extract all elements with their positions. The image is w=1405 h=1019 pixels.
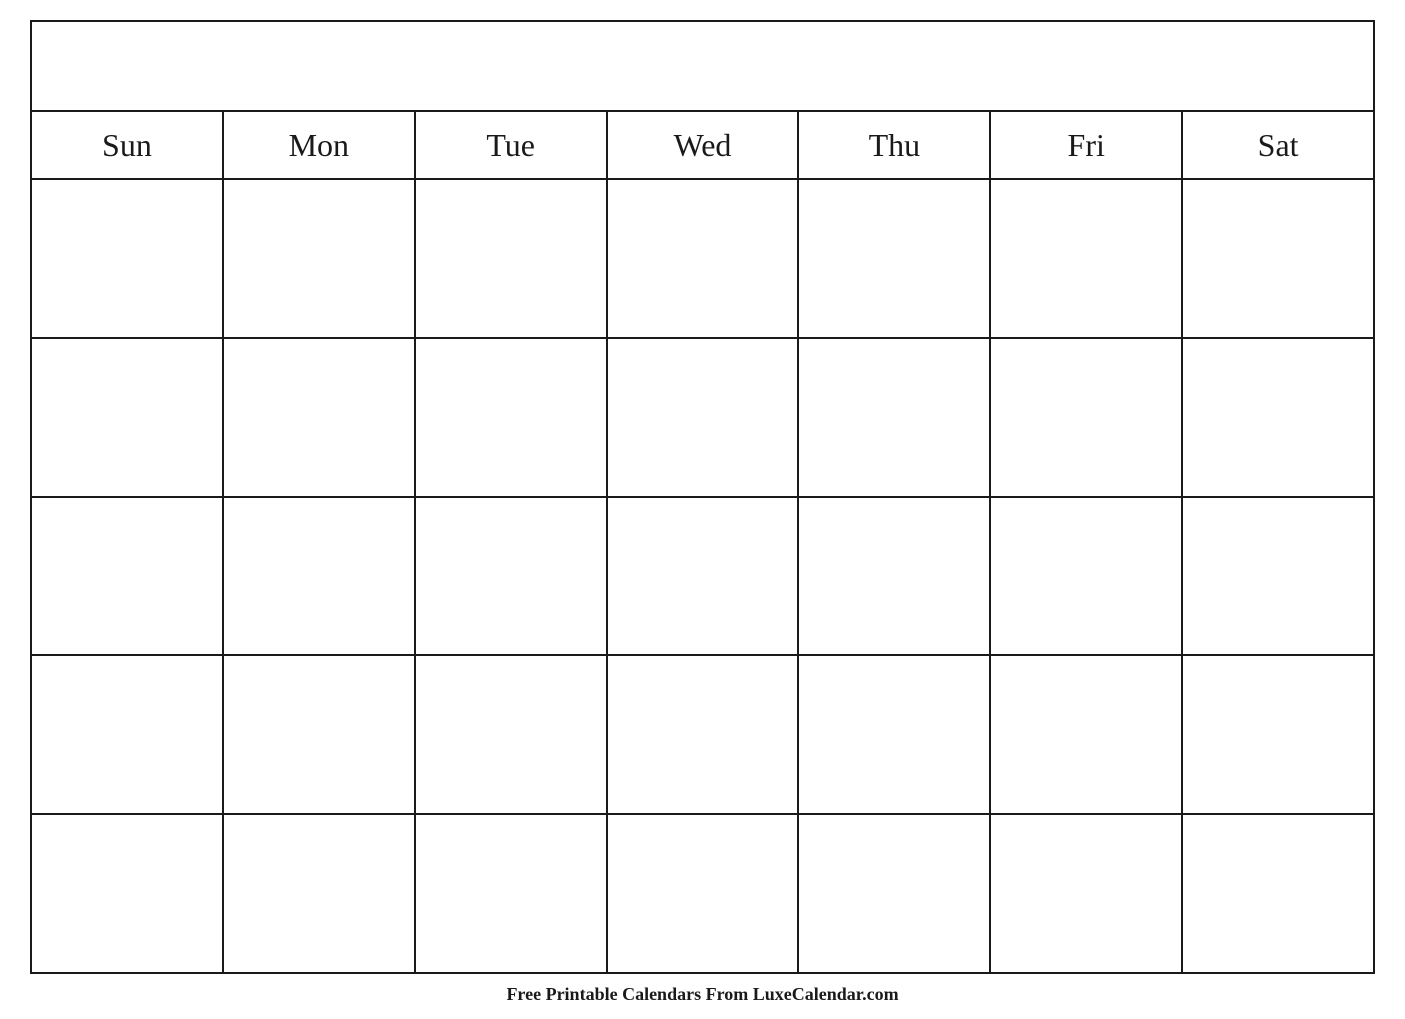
calendar-week-4 <box>32 656 1373 815</box>
header-tue: Tue <box>416 112 608 178</box>
week3-wed[interactable] <box>608 498 800 655</box>
week3-sun[interactable] <box>32 498 224 655</box>
week3-fri[interactable] <box>991 498 1183 655</box>
week3-tue[interactable] <box>416 498 608 655</box>
week2-tue[interactable] <box>416 339 608 496</box>
header-fri: Fri <box>991 112 1183 178</box>
week4-fri[interactable] <box>991 656 1183 813</box>
header-sun: Sun <box>32 112 224 178</box>
week5-sun[interactable] <box>32 815 224 972</box>
week5-mon[interactable] <box>224 815 416 972</box>
week4-tue[interactable] <box>416 656 608 813</box>
week5-tue[interactable] <box>416 815 608 972</box>
calendar-week-5 <box>32 815 1373 972</box>
header-thu: Thu <box>799 112 991 178</box>
week3-thu[interactable] <box>799 498 991 655</box>
week4-sun[interactable] <box>32 656 224 813</box>
week2-sun[interactable] <box>32 339 224 496</box>
week2-thu[interactable] <box>799 339 991 496</box>
week2-wed[interactable] <box>608 339 800 496</box>
week3-sat[interactable] <box>1183 498 1373 655</box>
week3-mon[interactable] <box>224 498 416 655</box>
week5-thu[interactable] <box>799 815 991 972</box>
week4-wed[interactable] <box>608 656 800 813</box>
footer-text: Free Printable Calendars From LuxeCalend… <box>506 984 898 1009</box>
calendar-week-1 <box>32 180 1373 339</box>
week1-sun[interactable] <box>32 180 224 337</box>
week1-tue[interactable] <box>416 180 608 337</box>
page-wrapper: Sun Mon Tue Wed Thu Fri Sat <box>0 0 1405 1019</box>
calendar-body <box>32 180 1373 972</box>
week1-mon[interactable] <box>224 180 416 337</box>
calendar-week-2 <box>32 339 1373 498</box>
week5-wed[interactable] <box>608 815 800 972</box>
week1-thu[interactable] <box>799 180 991 337</box>
header-sat: Sat <box>1183 112 1373 178</box>
week4-sat[interactable] <box>1183 656 1373 813</box>
week4-mon[interactable] <box>224 656 416 813</box>
week1-sat[interactable] <box>1183 180 1373 337</box>
calendar-week-3 <box>32 498 1373 657</box>
week5-fri[interactable] <box>991 815 1183 972</box>
calendar-title-row <box>32 22 1373 112</box>
week1-fri[interactable] <box>991 180 1183 337</box>
week2-fri[interactable] <box>991 339 1183 496</box>
week2-mon[interactable] <box>224 339 416 496</box>
week2-sat[interactable] <box>1183 339 1373 496</box>
header-mon: Mon <box>224 112 416 178</box>
week5-sat[interactable] <box>1183 815 1373 972</box>
header-wed: Wed <box>608 112 800 178</box>
calendar-container: Sun Mon Tue Wed Thu Fri Sat <box>30 20 1375 974</box>
week1-wed[interactable] <box>608 180 800 337</box>
week4-thu[interactable] <box>799 656 991 813</box>
calendar-header-row: Sun Mon Tue Wed Thu Fri Sat <box>32 112 1373 180</box>
